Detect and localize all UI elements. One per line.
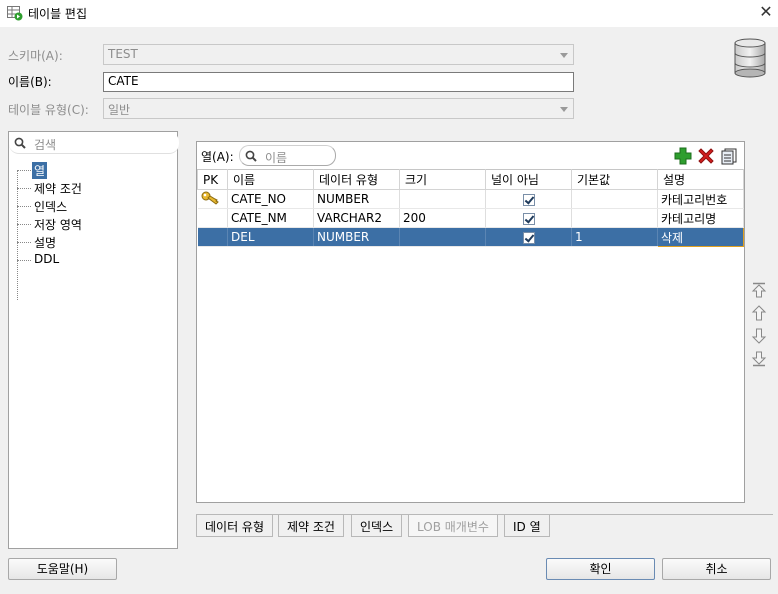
tab-lob-parameters[interactable]: LOB 매개변수 (408, 515, 498, 537)
type-cell[interactable]: NUMBER (313, 227, 400, 247)
table-type-value: 일반 (108, 103, 131, 117)
copy-column-icon[interactable] (720, 147, 738, 165)
search-icon (14, 137, 26, 149)
add-column-icon[interactable] (674, 147, 692, 165)
help-button[interactable]: 도움말(H) (8, 558, 117, 580)
type-cell[interactable]: VARCHAR2 (313, 208, 400, 228)
columns-filter-label: 열(A): (201, 150, 234, 164)
table-header-row: PK 이름 데이터 유형 크기 널이 아님 기본값 설명 (197, 169, 744, 190)
table-type-select[interactable]: 일반 (103, 98, 574, 119)
column-header[interactable]: 이름 (227, 169, 314, 190)
schema-value: TEST (108, 47, 138, 61)
size-cell[interactable] (399, 227, 486, 247)
close-icon[interactable]: ✕ (758, 2, 774, 22)
nav-search-placeholder: 검색 (34, 138, 57, 152)
columns-panel: 열(A): 이름 PK 이름 데이터 유형 크기 널이 아님 기본값 설명 CA… (196, 141, 745, 503)
size-cell[interactable] (399, 189, 486, 209)
type-cell[interactable]: NUMBER (313, 189, 400, 209)
default-cell[interactable] (571, 208, 658, 228)
name-cell[interactable]: DEL (227, 227, 314, 247)
not-null-cell[interactable] (485, 208, 572, 228)
navigator-panel: 검색 열 제약 조건 인덱스 저장 영역 설명 DDL (8, 131, 179, 549)
move-top-icon[interactable] (750, 281, 768, 299)
columns-filter-placeholder: 이름 (265, 151, 288, 165)
schema-label: 스키마(A): (8, 49, 63, 63)
schema-select[interactable]: TEST (103, 44, 574, 65)
not-null-checkbox[interactable] (522, 231, 535, 244)
tab-indexes[interactable]: 인덱스 (351, 515, 403, 537)
name-cell[interactable]: CATE_NO (227, 189, 314, 209)
table-name-input[interactable]: CATE (103, 72, 574, 92)
move-up-icon[interactable] (750, 304, 768, 322)
chevron-down-icon (560, 107, 568, 112)
table-row-selected[interactable]: DEL NUMBER 1 삭제 (197, 227, 744, 247)
columns-toolbar: 열(A): 이름 (197, 142, 744, 169)
comment-cell[interactable]: 카테고리명 (657, 208, 744, 228)
comment-cell[interactable]: 카테고리번호 (657, 189, 744, 209)
column-header[interactable]: 크기 (399, 169, 486, 190)
table-type-label: 테이블 유형(C): (8, 103, 89, 117)
tab-constraints[interactable]: 제약 조건 (278, 515, 344, 537)
table-app-icon (7, 6, 23, 21)
default-cell[interactable]: 1 (571, 227, 658, 247)
comment-cell[interactable]: 삭제 (657, 227, 744, 247)
cancel-button[interactable]: 취소 (662, 558, 771, 580)
not-null-cell[interactable] (485, 227, 572, 247)
default-cell[interactable] (571, 189, 658, 209)
name-cell[interactable]: CATE_NM (227, 208, 314, 228)
move-down-icon[interactable] (750, 327, 768, 345)
chevron-down-icon (560, 53, 568, 58)
column-header[interactable]: 널이 아님 (485, 169, 572, 190)
pk-cell[interactable] (197, 189, 228, 209)
not-null-checkbox[interactable] (522, 212, 535, 225)
columns-table: PK 이름 데이터 유형 크기 널이 아님 기본값 설명 CATE_NO NUM… (197, 169, 744, 247)
size-cell[interactable]: 200 (399, 208, 486, 228)
columns-filter-input[interactable]: 이름 (239, 145, 336, 166)
not-null-checkbox[interactable] (522, 193, 535, 206)
ok-button[interactable]: 확인 (546, 558, 655, 580)
table-row[interactable]: CATE_NO NUMBER 카테고리번호 (197, 189, 744, 209)
move-bottom-icon[interactable] (750, 350, 768, 368)
tab-data-type[interactable]: 데이터 유형 (196, 515, 274, 537)
column-header[interactable]: PK (197, 169, 228, 190)
window-title: 테이블 편집 (28, 7, 88, 21)
table-row[interactable]: CATE_NM VARCHAR2 200 카테고리명 (197, 208, 744, 228)
name-label: 이름(B): (8, 75, 52, 89)
column-header[interactable]: 데이터 유형 (313, 169, 400, 190)
primary-key-icon (201, 191, 219, 205)
search-icon (245, 150, 257, 162)
title-bar: 테이블 편집 ✕ (0, 0, 778, 27)
delete-column-icon[interactable] (697, 147, 715, 165)
tab-identity-column[interactable]: ID 열 (504, 515, 550, 537)
column-header[interactable]: 설명 (657, 169, 744, 190)
column-header[interactable]: 기본값 (571, 169, 658, 190)
not-null-cell[interactable] (485, 189, 572, 209)
nav-search-input[interactable]: 검색 (9, 132, 179, 154)
database-icon (734, 38, 766, 78)
pk-cell[interactable] (197, 227, 228, 247)
pk-cell[interactable] (197, 208, 228, 228)
